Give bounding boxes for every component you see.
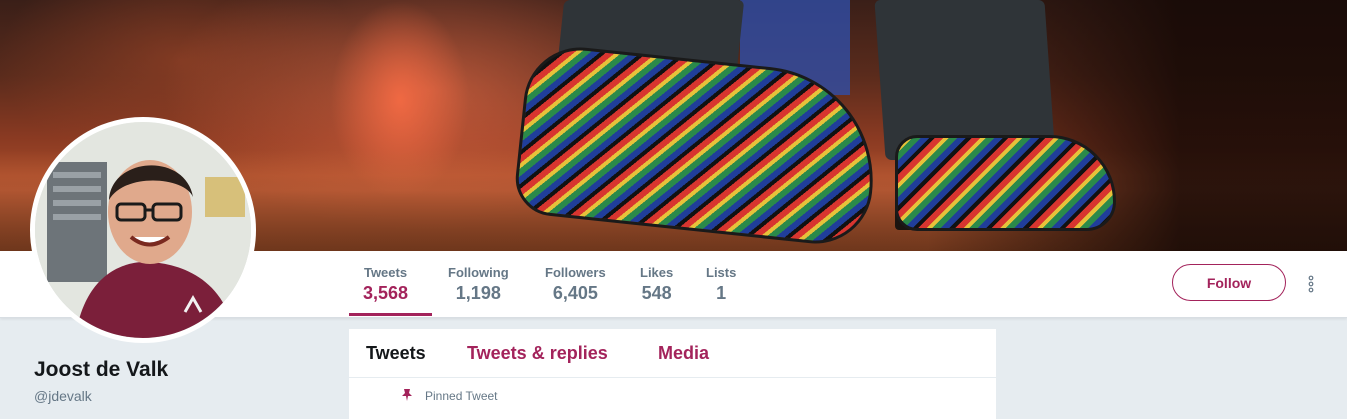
tab-tweets-and-replies[interactable]: Tweets & replies [467,343,608,364]
stat-likes-value: 548 [641,283,672,303]
stat-tweets[interactable]: Tweets 3,568 [363,265,408,304]
avatar-photo [35,122,251,338]
follow-button[interactable]: Follow [1172,264,1286,301]
stat-lists-value: 1 [716,283,727,303]
stat-tweets-label: Tweets [363,265,408,280]
stat-following-value: 1,198 [455,283,501,303]
timeline-tabs: Tweets Tweets & replies Media [349,329,996,378]
stat-tweets-value: 3,568 [363,283,409,303]
pin-icon [402,389,412,401]
stat-lists-label: Lists [706,265,737,280]
stat-likes[interactable]: Likes 548 [640,265,673,304]
tab-media[interactable]: Media [658,343,709,364]
banner-shoe-right [895,135,1116,231]
stat-following[interactable]: Following 1,198 [448,265,509,304]
stat-followers[interactable]: Followers 6,405 [545,265,606,304]
stat-lists[interactable]: Lists 1 [706,265,736,304]
stat-following-label: Following [448,265,509,280]
more-vertical-icon[interactable] [1305,274,1317,294]
stat-followers-value: 6,405 [552,283,598,303]
timeline-panel: Tweets Tweets & replies Media Pinned Twe… [349,329,996,419]
stat-followers-label: Followers [545,265,606,280]
profile-name: Joost de Valk [34,358,169,381]
active-stat-underline [349,313,432,316]
pinned-tweet-label: Pinned Tweet [425,389,498,403]
profile-avatar[interactable] [30,117,256,343]
stat-likes-label: Likes [640,265,674,280]
tab-tweets[interactable]: Tweets [366,343,426,364]
profile-handle[interactable]: @jdevalk [34,388,92,404]
